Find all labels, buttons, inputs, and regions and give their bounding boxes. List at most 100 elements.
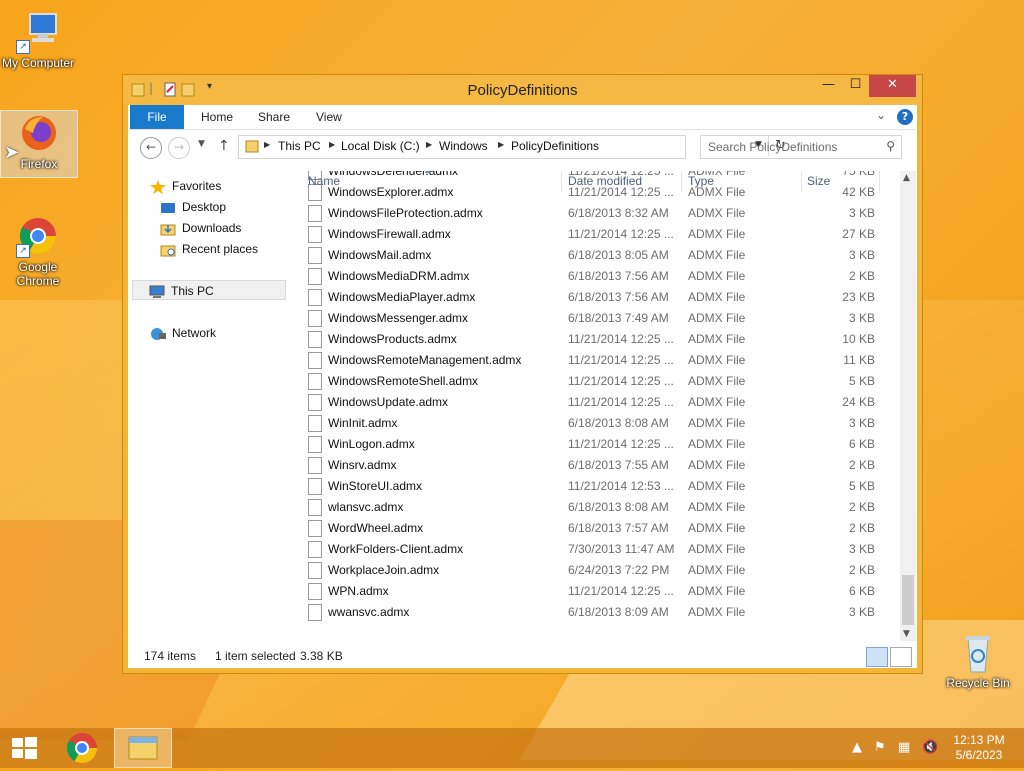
column-header-size[interactable]: Size: [807, 171, 830, 191]
minimize-button[interactable]: —: [815, 75, 842, 97]
breadcrumb-local-disk[interactable]: Local Disk (C:): [341, 139, 420, 153]
chrome-icon: ↗: [16, 214, 60, 258]
file-type: ADMX File: [688, 563, 746, 577]
file-type: ADMX File: [688, 206, 746, 220]
tab-share[interactable]: Share: [258, 105, 290, 129]
search-input[interactable]: Search PolicyDefinitions: [708, 140, 837, 154]
up-button[interactable]: ↑: [218, 138, 230, 154]
desktop-icon-my-computer[interactable]: ↗ My Computer: [0, 10, 76, 70]
table-row[interactable]: WorkplaceJoin.admx 6/24/2013 7:22 PM ADMX …: [299, 560, 899, 581]
taskbar-chrome[interactable]: [58, 728, 108, 768]
tab-home[interactable]: Home: [201, 105, 233, 129]
table-row[interactable]: WPN.admx 11/21/2014 12:25 ... ADMX File 6 K…: [299, 581, 899, 602]
desktop-icon-recycle-bin[interactable]: Recycle Bin: [940, 630, 1016, 690]
column-header-name[interactable]: Name: [308, 171, 340, 191]
recent-places-icon: [160, 243, 176, 257]
table-row[interactable]: WindowsMediaPlayer.admx 6/18/2013 7:56 AM…: [299, 287, 899, 308]
table-row[interactable]: WorkFolders-Client.admx 7/30/2013 11:47 A…: [299, 539, 899, 560]
column-separator: [561, 171, 562, 193]
nav-recent-places[interactable]: Recent places: [160, 239, 258, 259]
file-size: 2 KB: [848, 500, 875, 514]
column-header-type[interactable]: Type: [688, 171, 714, 191]
show-hidden-icons-icon[interactable]: ▲: [852, 740, 862, 755]
file-date-modified: 6/18/2013 7:55 AM: [568, 458, 669, 472]
table-row[interactable]: WordWheel.admx 6/18/2013 7:57 AM ADMX File…: [299, 518, 899, 539]
table-row[interactable]: WindowsFirewall.admx 11/21/2014 12:25 ...…: [299, 224, 899, 245]
address-bar[interactable]: ▶ This PC ▶ Local Disk (C:) ▶ Windows ▶ …: [238, 135, 786, 159]
column-header-date-modified[interactable]: Date modified: [568, 171, 642, 191]
tab-file[interactable]: File: [130, 105, 184, 129]
navigation-bar: ← → ▼ ↑ ▶ This PC ▶ Local Disk (C:) ▶ Wi…: [130, 130, 915, 164]
scroll-down-icon[interactable]: ▼: [903, 629, 910, 639]
file-size: 2 KB: [848, 269, 875, 283]
nav-label: Desktop: [182, 200, 227, 214]
table-row[interactable]: Winsrv.admx 6/18/2013 7:55 AM ADMX File 2 K…: [299, 455, 899, 476]
breadcrumb-this-pc[interactable]: This PC: [278, 139, 321, 153]
breadcrumb-windows[interactable]: Windows: [439, 139, 488, 153]
search-box[interactable]: Search PolicyDefinitions ⚲: [700, 135, 902, 159]
taskbar-file-explorer[interactable]: [114, 728, 172, 768]
nav-desktop[interactable]: Desktop: [160, 197, 226, 217]
details-view-icon[interactable]: [866, 647, 888, 667]
breadcrumb-separator-icon: ▶: [329, 140, 336, 149]
vertical-scrollbar[interactable]: ▲ ▼: [900, 171, 916, 641]
nav-label: Downloads: [182, 221, 242, 235]
desktop-icon-google-chrome[interactable]: ↗ Google Chrome: [0, 214, 76, 288]
table-row[interactable]: WindowsFileProtection.admx 6/18/2013 8:32…: [299, 203, 899, 224]
desktop-icon-label: Firefox: [20, 157, 58, 171]
admx-file-icon: [308, 415, 322, 432]
tab-view[interactable]: View: [316, 105, 342, 129]
table-row[interactable]: wlansvc.admx 6/18/2013 8:08 AM ADMX File 2 …: [299, 497, 899, 518]
volume-muted-icon[interactable]: 🔇: [922, 740, 938, 755]
desktop-icon-label: Google Chrome: [16, 260, 60, 288]
table-row[interactable]: WindowsMail.admx 6/18/2013 8:05 AM ADMX Fi…: [299, 245, 899, 266]
table-row[interactable]: wwansvc.admx 6/18/2013 8:09 AM ADMX File 3 …: [299, 602, 899, 623]
scrollbar-thumb[interactable]: [902, 575, 914, 625]
recent-locations-icon[interactable]: ▼: [198, 139, 205, 149]
file-size: 3 KB: [848, 248, 875, 262]
admx-file-icon: [308, 331, 322, 348]
forward-button[interactable]: →: [168, 137, 190, 159]
close-button[interactable]: ✕: [869, 75, 916, 97]
action-center-flag-icon[interactable]: ⚑: [874, 740, 886, 755]
help-icon[interactable]: ?: [897, 109, 913, 125]
table-row[interactable]: WinStoreUI.admx 11/21/2014 12:53 ... ADMX …: [299, 476, 899, 497]
nav-favorites[interactable]: Favorites: [150, 176, 221, 196]
admx-file-icon: [308, 226, 322, 243]
expand-ribbon-icon[interactable]: ⌄: [876, 108, 886, 122]
table-row[interactable]: WindowsProducts.admx 11/21/2014 12:25 ...…: [299, 329, 899, 350]
start-button[interactable]: [0, 728, 48, 768]
back-button[interactable]: ←: [140, 137, 162, 159]
file-type: ADMX File: [688, 479, 746, 493]
chrome-icon: [66, 733, 97, 764]
table-row[interactable]: WindowsMessenger.admx 6/18/2013 7:49 AM AD…: [299, 308, 899, 329]
nav-network[interactable]: Network: [150, 323, 216, 343]
table-row[interactable]: WindowsRemoteManagement.admx 11/21/2014 1…: [299, 350, 899, 371]
admx-file-icon: [308, 352, 322, 369]
scroll-up-icon[interactable]: ▲: [903, 173, 910, 183]
table-row[interactable]: WindowsMediaDRM.admx 6/18/2013 7:56 AM ADM…: [299, 266, 899, 287]
recycle-bin-icon: [956, 630, 1000, 674]
file-date-modified: 6/18/2013 8:05 AM: [568, 248, 669, 262]
file-date-modified: 6/18/2013 8:09 AM: [568, 605, 669, 619]
maximize-button[interactable]: ☐: [842, 75, 869, 97]
file-date-modified: 6/24/2013 7:22 PM: [568, 563, 670, 577]
table-row[interactable]: WindowsUpdate.admx 11/21/2014 12:25 ... AD…: [299, 392, 899, 413]
breadcrumb-policydefinitions[interactable]: PolicyDefinitions: [511, 139, 599, 153]
table-row[interactable]: WinLogon.admx 11/21/2014 12:25 ... ADMX Fi…: [299, 434, 899, 455]
title-bar[interactable]: | ▾ PolicyDefinitions — ☐ ✕: [123, 75, 922, 105]
folder-icon: [245, 139, 259, 156]
file-size: 10 KB: [842, 332, 875, 346]
large-icons-view-icon[interactable]: [890, 647, 912, 667]
system-clock[interactable]: 12:13 PM 5/6/2023: [944, 733, 1014, 763]
nav-this-pc[interactable]: This PC: [132, 280, 286, 300]
file-type: ADMX File: [688, 521, 746, 535]
firefox-icon: [17, 111, 61, 155]
table-row[interactable]: WindowsRemoteShell.admx 11/21/2014 12:25 …: [299, 371, 899, 392]
file-type: ADMX File: [688, 227, 746, 241]
network-tray-icon[interactable]: ▦: [898, 740, 910, 755]
shortcut-arrow-icon: ↗: [16, 40, 30, 54]
file-size: 3 KB: [848, 206, 875, 220]
table-row[interactable]: WinInit.admx 6/18/2013 8:08 AM ADMX File 3 …: [299, 413, 899, 434]
nav-downloads[interactable]: Downloads: [160, 218, 241, 238]
